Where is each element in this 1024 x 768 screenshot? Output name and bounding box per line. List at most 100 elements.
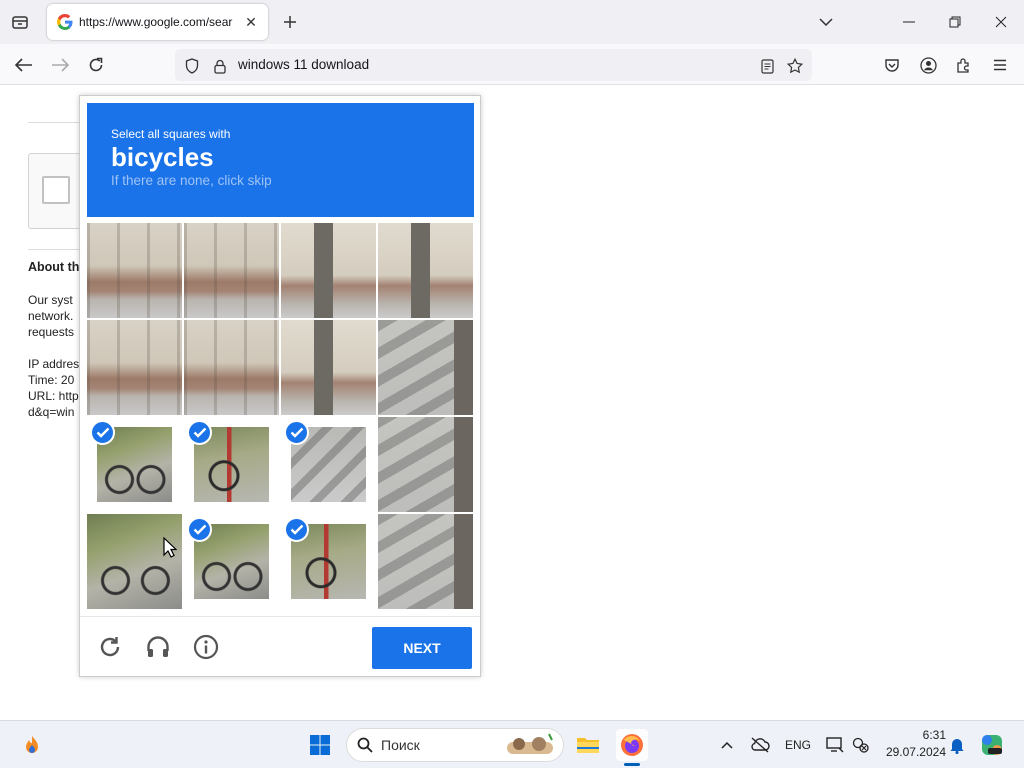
recaptcha-checkbox[interactable] [42, 176, 70, 204]
info-line: Our syst [28, 293, 73, 307]
back-arrow-icon[interactable] [11, 52, 37, 78]
forward-arrow-icon[interactable] [47, 52, 73, 78]
captcha-tile[interactable] [87, 320, 182, 415]
captcha-tile[interactable] [378, 417, 473, 512]
close-window-icon[interactable] [988, 10, 1014, 34]
pocket-icon[interactable] [879, 52, 905, 78]
about-heading: About th [28, 260, 80, 274]
tile-image [378, 320, 473, 415]
captcha-tile[interactable] [184, 320, 279, 415]
captcha-target: bicycles [111, 142, 214, 172]
captcha-tile[interactable] [378, 514, 473, 609]
checkmark-icon [90, 420, 115, 445]
shield-icon[interactable] [183, 57, 201, 75]
checkmark-icon [284, 517, 309, 542]
next-button[interactable]: NEXT [372, 627, 472, 669]
tab-bar: https://www.google.com/sear ✕ [0, 0, 1024, 44]
onedrive-offline-icon[interactable] [748, 729, 772, 761]
close-tab-icon[interactable]: ✕ [242, 13, 260, 31]
captcha-tile[interactable] [87, 223, 182, 318]
new-tab-icon[interactable] [279, 11, 301, 33]
info-line: Time: 20 [28, 373, 75, 387]
captcha-grid [87, 223, 473, 609]
captcha-footer: NEXT [80, 616, 480, 676]
widgets-icon[interactable] [16, 729, 48, 761]
info-line: d&q=win [28, 405, 75, 419]
tile-image [281, 320, 376, 415]
system-clock[interactable]: 6:31 29.07.2024 [878, 727, 946, 761]
captcha-tile[interactable] [184, 223, 279, 318]
navigation-bar: windows 11 download [0, 44, 1024, 85]
lock-icon[interactable] [211, 57, 229, 75]
restore-icon[interactable] [942, 10, 968, 34]
taskbar: Поиск ENG 6:31 29.07.2024 [0, 720, 1024, 768]
reload-icon[interactable] [83, 52, 109, 78]
reader-view-icon[interactable] [758, 57, 776, 75]
clock-time: 6:31 [922, 728, 946, 742]
extensions-icon[interactable] [951, 52, 977, 78]
captcha-challenge: Select all squares with bicycles If ther… [79, 95, 481, 677]
account-icon[interactable] [915, 52, 941, 78]
captcha-tile[interactable] [184, 417, 279, 512]
checkmark-icon [187, 517, 212, 542]
display-icon[interactable] [824, 729, 846, 761]
captcha-tile[interactable] [281, 514, 376, 609]
captcha-tile[interactable] [281, 223, 376, 318]
start-windows-icon[interactable] [304, 729, 336, 761]
captcha-tile[interactable] [378, 320, 473, 415]
captcha-tile[interactable] [281, 320, 376, 415]
captcha-tile[interactable] [378, 223, 473, 318]
info-line: network. [28, 309, 74, 323]
tile-image [378, 514, 473, 609]
address-text: windows 11 download [238, 57, 370, 72]
tile-image [87, 514, 182, 609]
address-bar[interactable]: windows 11 download [175, 49, 812, 81]
clock-date: 29.07.2024 [885, 745, 946, 759]
firefox-icon[interactable] [616, 729, 648, 761]
chevron-up-icon[interactable] [716, 729, 738, 761]
tile-image [184, 320, 279, 415]
tile-image [184, 223, 279, 318]
captcha-tile[interactable] [281, 417, 376, 512]
headphones-icon[interactable] [142, 631, 174, 663]
search-placeholder: Поиск [381, 737, 420, 753]
captcha-prompt: Select all squares with [111, 127, 231, 141]
chevron-down-icon[interactable] [815, 12, 837, 32]
tile-image [281, 223, 376, 318]
reload-challenge-icon[interactable] [94, 631, 126, 663]
checkmark-icon [284, 420, 309, 445]
captcha-hint: If there are none, click skip [111, 173, 272, 188]
bookmark-star-icon[interactable] [786, 57, 804, 75]
active-app-indicator [624, 763, 640, 766]
captcha-tile[interactable] [87, 417, 182, 512]
taskbar-search[interactable]: Поиск [346, 728, 564, 762]
info-line: URL: http [28, 389, 79, 403]
tile-image [87, 320, 182, 415]
tile-image [378, 223, 473, 318]
browser-tab[interactable]: https://www.google.com/sear ✕ [47, 4, 268, 40]
tile-image [378, 417, 473, 512]
info-line: IP addres [28, 357, 80, 371]
mouse-cursor-icon [163, 537, 177, 558]
checkmark-icon [187, 420, 212, 445]
info-line [28, 340, 79, 356]
copilot-icon[interactable] [978, 729, 1006, 761]
notification-bell-icon[interactable] [946, 729, 968, 761]
info-line: requests [28, 325, 75, 339]
minimize-icon[interactable] [896, 10, 922, 34]
search-highlight-icon [507, 733, 553, 754]
tab-title: https://www.google.com/sear [79, 15, 233, 29]
menu-icon[interactable] [987, 52, 1013, 78]
file-explorer-icon[interactable] [572, 729, 604, 761]
info-icon[interactable] [190, 631, 222, 663]
captcha-tile[interactable] [87, 514, 182, 609]
captcha-header: Select all squares with bicycles If ther… [87, 103, 474, 217]
search-icon [357, 737, 373, 753]
tile-image [87, 223, 182, 318]
network-status-icon[interactable] [850, 729, 872, 761]
tab-list-icon[interactable] [8, 10, 32, 34]
google-favicon-icon [57, 14, 73, 30]
language-indicator[interactable]: ENG [782, 729, 814, 761]
captcha-tile[interactable] [184, 514, 279, 609]
info-text: Our syst network. requests IP addres Tim… [28, 292, 79, 420]
